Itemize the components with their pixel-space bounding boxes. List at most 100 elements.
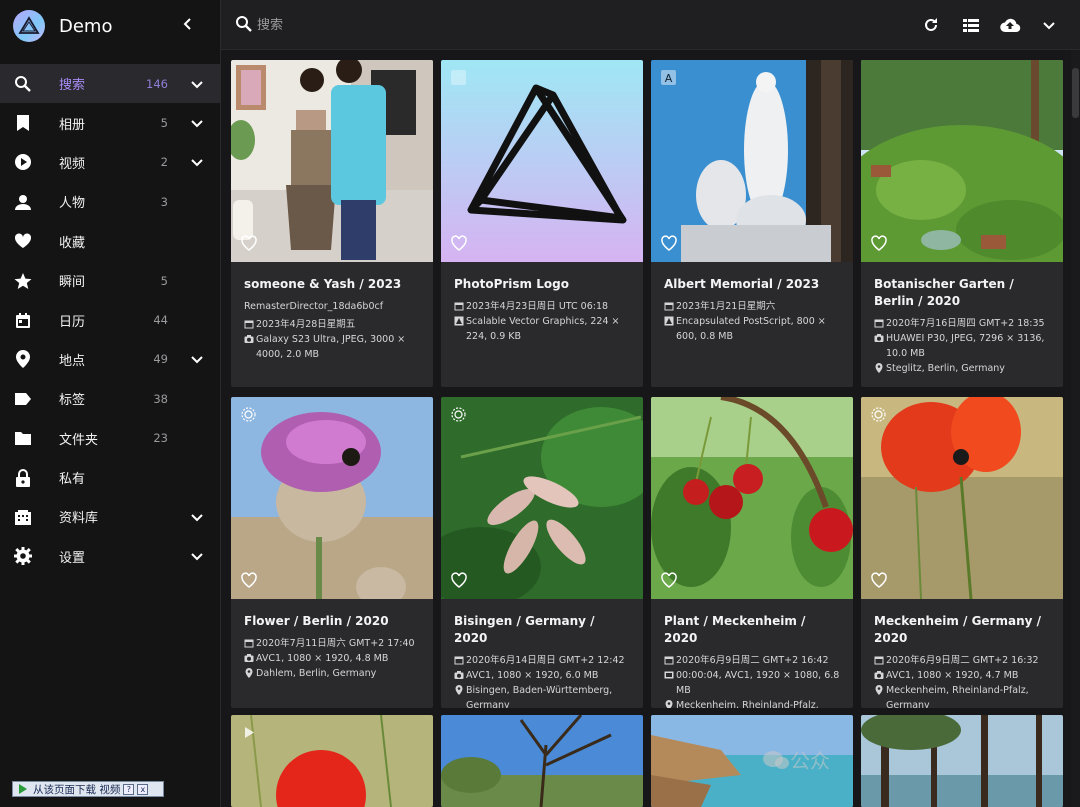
location-pin-icon xyxy=(454,685,466,708)
photo-card[interactable]: A Albert Memorial / 2023 2023年1月21日星期六 Enc… xyxy=(651,60,853,387)
card-meta-line: 2023年1月21日星期六 xyxy=(664,299,841,314)
favorite-heart-icon[interactable] xyxy=(870,571,888,589)
photo-thumbnail[interactable] xyxy=(861,60,1063,262)
photo-card[interactable] xyxy=(441,715,643,807)
photo-thumbnail[interactable] xyxy=(441,715,643,807)
photo-thumbnail[interactable] xyxy=(231,715,433,807)
photo-thumbnail[interactable]: A xyxy=(651,60,853,262)
favorite-heart-icon[interactable] xyxy=(870,234,888,252)
chevron-down-icon[interactable] xyxy=(188,153,206,171)
card-meta-line: 2020年6月9日周二 GMT+2 16:42 xyxy=(664,653,841,668)
card-title[interactable]: someone & Yash / 2023 xyxy=(244,276,421,293)
vector-icon xyxy=(664,316,676,344)
card-title[interactable]: Albert Memorial / 2023 xyxy=(664,276,841,293)
camera-icon xyxy=(244,653,256,666)
chevron-down-icon[interactable] xyxy=(188,547,206,565)
list-view-icon[interactable] xyxy=(959,13,983,37)
card-title[interactable]: Plant / Meckenheim / 2020 xyxy=(664,613,841,647)
sidebar-item-1[interactable]: 相册 5 xyxy=(0,103,220,142)
card-title[interactable]: Bisingen / Germany / 2020 xyxy=(454,613,631,647)
sidebar-item-6[interactable]: 日历 44 xyxy=(0,300,220,339)
sidebar-item-11[interactable]: 资料库 xyxy=(0,497,220,536)
camera-icon xyxy=(244,334,256,362)
photo-card[interactable]: Bisingen / Germany / 2020 2020年6月14日周日 GM… xyxy=(441,397,643,708)
chevron-down-icon[interactable] xyxy=(188,114,206,132)
app-logo[interactable] xyxy=(13,10,45,42)
chevron-down-icon[interactable] xyxy=(188,75,206,93)
photo-card[interactable]: Botanischer Garten / Berlin / 2020 2020年7… xyxy=(861,60,1063,387)
sidebar-item-count: 38 xyxy=(153,391,168,406)
card-meta-line: HUAWEI P30, JPEG, 7296 × 3136, 10.0 MB xyxy=(874,331,1051,361)
photo-card[interactable] xyxy=(861,715,1063,807)
download-video-label[interactable]: 从该页面下载 视频 xyxy=(33,782,120,797)
photo-thumbnail[interactable] xyxy=(231,60,433,262)
sidebar-item-label: 日历 xyxy=(59,314,86,330)
upload-icon[interactable] xyxy=(998,13,1022,37)
search-input[interactable] xyxy=(257,13,557,37)
photo-thumbnail[interactable] xyxy=(861,397,1063,599)
help-button[interactable]: ? xyxy=(123,783,135,795)
sidebar-item-label: 私有 xyxy=(59,472,86,488)
sidebar-item-2[interactable]: 视频 2 xyxy=(0,143,220,182)
folder-icon xyxy=(13,428,33,448)
scrollbar-thumb[interactable] xyxy=(1072,68,1079,118)
play-icon xyxy=(17,783,29,795)
photo-thumbnail[interactable] xyxy=(441,397,643,599)
photo-card[interactable]: someone & Yash / 2023 RemasterDirector_18… xyxy=(231,60,433,387)
favorite-heart-icon[interactable] xyxy=(240,234,258,252)
card-title[interactable]: PhotoPrism Logo xyxy=(454,276,631,293)
refresh-icon[interactable] xyxy=(919,13,943,37)
card-meta-line: AVC1, 1080 × 1920, 4.7 MB xyxy=(874,668,1051,683)
photo-thumbnail[interactable] xyxy=(861,715,1063,807)
location-pin-icon xyxy=(244,668,256,681)
card-title[interactable]: Meckenheim / Germany / 2020 xyxy=(874,613,1051,647)
search-icon[interactable] xyxy=(235,15,253,33)
photo-card[interactable]: Flower / Berlin / 2020 2020年7月11日周六 GMT+2… xyxy=(231,397,433,708)
sidebar-item-8[interactable]: 标签 38 xyxy=(0,379,220,418)
sidebar-item-10[interactable]: 私有 xyxy=(0,458,220,497)
favorite-heart-icon[interactable] xyxy=(450,234,468,252)
favorite-heart-icon[interactable] xyxy=(660,234,678,252)
collapse-sidebar-icon[interactable] xyxy=(178,14,198,34)
person-icon xyxy=(13,192,33,212)
card-title[interactable]: Flower / Berlin / 2020 xyxy=(244,613,421,630)
photo-card[interactable] xyxy=(231,715,433,807)
card-meta-line: Bisingen, Baden-Württemberg, Germany xyxy=(454,683,631,708)
sidebar-item-5[interactable]: 瞬间 5 xyxy=(0,261,220,300)
calendar-icon xyxy=(664,301,676,314)
favorite-heart-icon[interactable] xyxy=(240,571,258,589)
sidebar-item-4[interactable]: 收藏 xyxy=(0,222,220,261)
download-video-bar[interactable]: 从该页面下载 视频 ? x xyxy=(12,781,164,797)
sidebar-item-3[interactable]: 人物 3 xyxy=(0,182,220,221)
chevron-down-icon[interactable] xyxy=(188,350,206,368)
card-meta-text: AVC1, 1080 × 1920, 4.8 MB xyxy=(256,653,389,664)
chevron-down-icon[interactable] xyxy=(1037,13,1061,37)
photo-card[interactable]: Meckenheim / Germany / 2020 2020年6月9日周二 G… xyxy=(861,397,1063,708)
card-meta-text: Meckenheim, Rheinland-Pfalz, Germany xyxy=(676,700,819,708)
photo-card[interactable]: Plant / Meckenheim / 2020 2020年6月9日周二 GMT… xyxy=(651,397,853,708)
chevron-down-icon[interactable] xyxy=(188,508,206,526)
sidebar-item-label: 标签 xyxy=(59,393,86,409)
camera-icon xyxy=(454,670,466,683)
favorite-heart-icon[interactable] xyxy=(450,571,468,589)
search-icon xyxy=(13,74,33,94)
card-title[interactable]: Botanischer Garten / Berlin / 2020 xyxy=(874,276,1051,310)
photo-thumbnail[interactable] xyxy=(441,60,643,262)
sidebar-item-label: 瞬间 xyxy=(59,275,86,291)
favorite-heart-icon[interactable] xyxy=(660,571,678,589)
sidebar-item-0[interactable]: 搜索 146 xyxy=(0,64,220,104)
photo-card[interactable]: PhotoPrism Logo 2023年4月23日周日 UTC 06:18 Sca… xyxy=(441,60,643,387)
close-button[interactable]: x xyxy=(137,783,149,795)
photo-thumbnail[interactable] xyxy=(651,397,853,599)
sidebar-item-12[interactable]: 设置 xyxy=(0,537,220,576)
card-meta-line: Scalable Vector Graphics, 224 × 224, 0.9… xyxy=(454,314,631,344)
sidebar-item-9[interactable]: 文件夹 23 xyxy=(0,419,220,458)
svg-text:A: A xyxy=(665,72,673,85)
camera-icon xyxy=(874,670,886,683)
scrollbar[interactable] xyxy=(1071,50,1080,807)
card-details: Flower / Berlin / 2020 2020年7月11日周六 GMT+2… xyxy=(231,599,433,693)
card-meta-text: Encapsulated PostScript, 800 × 600, 0.8 … xyxy=(676,316,826,342)
card-meta-text: 2020年7月16日周四 GMT+2 18:35 xyxy=(886,318,1045,329)
sidebar-item-7[interactable]: 地点 49 xyxy=(0,340,220,379)
photo-thumbnail[interactable] xyxy=(231,397,433,599)
